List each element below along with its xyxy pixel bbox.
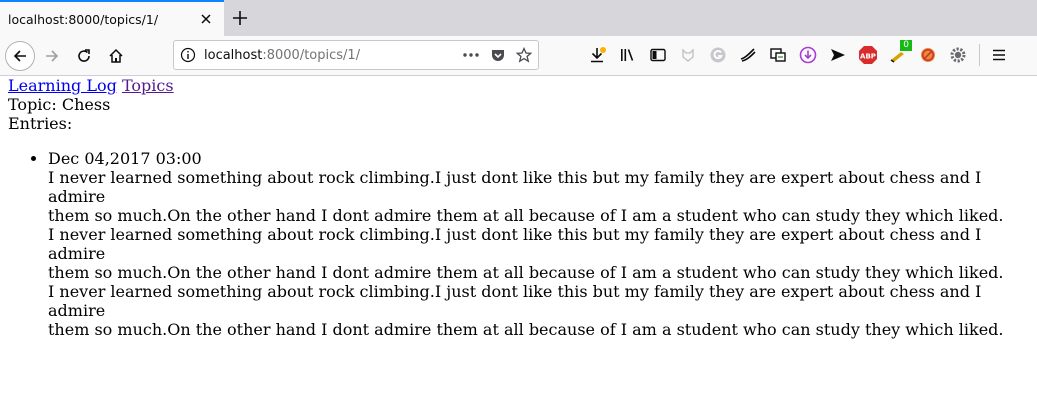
entry-line: them so much.On the other hand I dont ad… [48,263,1004,282]
new-tab-button[interactable] [224,0,256,36]
g-circle-icon [710,47,726,63]
entry-line: them so much.On the other hand I dont ad… [48,206,1004,225]
adblock-plus-button[interactable]: ABP [853,40,883,70]
sidebar-icon [650,48,666,62]
downloads-button[interactable] [583,40,613,70]
entries-list: Dec 04,2017 03:00 I never learned someth… [8,149,1029,339]
extension-pen-button[interactable]: 0 [883,40,913,70]
entry-line: I never learned something about rock cli… [48,282,982,320]
forward-arrow-icon [46,49,59,62]
download-icon [591,47,606,63]
addon-badge: 0 [900,40,912,51]
topics-link[interactable]: Topics [122,76,174,95]
extension-swoosh-button[interactable] [733,40,763,70]
home-icon [109,48,123,63]
url-path: :8000/topics/1/ [262,47,361,63]
back-button[interactable] [4,40,36,72]
topic-heading: Topic: Chess [8,95,111,114]
extension-send-button[interactable] [823,40,853,70]
tab-strip: localhost:8000/topics/1/ [0,0,1037,36]
screenshot-icon [770,48,786,62]
tab-title: localhost:8000/topics/1/ [8,11,159,27]
entry-line: I never learned something about rock cli… [48,225,982,263]
entry-date: Dec 04,2017 03:00 [48,149,202,168]
extension-g-button[interactable] [703,40,733,70]
bookmark-star-icon[interactable] [516,47,532,63]
entry-line: I never learned something about rock cli… [48,168,982,206]
reload-button[interactable] [68,40,100,72]
back-arrow-icon [13,49,26,62]
extension-blocked-button[interactable] [913,40,943,70]
toolbar-right: ABP 0 [583,40,1014,70]
plus-icon [233,11,247,25]
extension-fox-button[interactable] [673,40,703,70]
library-icon [621,49,634,61]
menu-button[interactable] [984,40,1014,70]
list-item: Dec 04,2017 03:00 I never learned someth… [48,149,1029,339]
swoosh-icon [740,48,756,62]
sidebar-button[interactable] [643,40,673,70]
close-tab-icon[interactable] [198,11,214,27]
url-host: localhost [204,47,263,63]
site-info-icon[interactable] [180,47,196,63]
send-arrow-icon [831,49,845,61]
page-actions-icon[interactable] [462,47,480,63]
forward-button[interactable] [36,40,68,72]
entry-text: I never learned something about rock cli… [48,168,1029,339]
home-button[interactable] [100,40,132,72]
adblock-plus-icon: ABP [859,46,877,64]
library-button[interactable] [613,40,643,70]
nav-bar: localhost:8000/topics/1/ ABP 0 [0,36,1037,76]
pocket-icon[interactable] [490,47,506,63]
no-entry-icon [921,48,935,62]
url-text[interactable]: localhost:8000/topics/1/ [204,48,462,63]
learning-log-link[interactable]: Learning Log [8,76,117,95]
fox-mask-icon [682,48,694,62]
svg-text:ABP: ABP [860,52,876,60]
extension-gear-button[interactable] [943,40,973,70]
extension-download-circle-button[interactable] [793,40,823,70]
site-nav: Learning Log Topics [8,76,1029,95]
toolbar-separator [979,44,980,66]
gear-icon [950,47,966,63]
extension-screenshot-button[interactable] [763,40,793,70]
entry-line: them so much.On the other hand I dont ad… [48,320,1004,339]
page-content: Learning Log Topics Topic: Chess Entries… [0,76,1037,339]
tab-active[interactable]: localhost:8000/topics/1/ [0,0,224,36]
download-circle-icon [799,46,817,64]
reload-icon [78,48,90,62]
hamburger-menu-icon [993,49,1005,61]
url-bar[interactable]: localhost:8000/topics/1/ [173,40,539,70]
entries-label: Entries: [8,114,73,133]
